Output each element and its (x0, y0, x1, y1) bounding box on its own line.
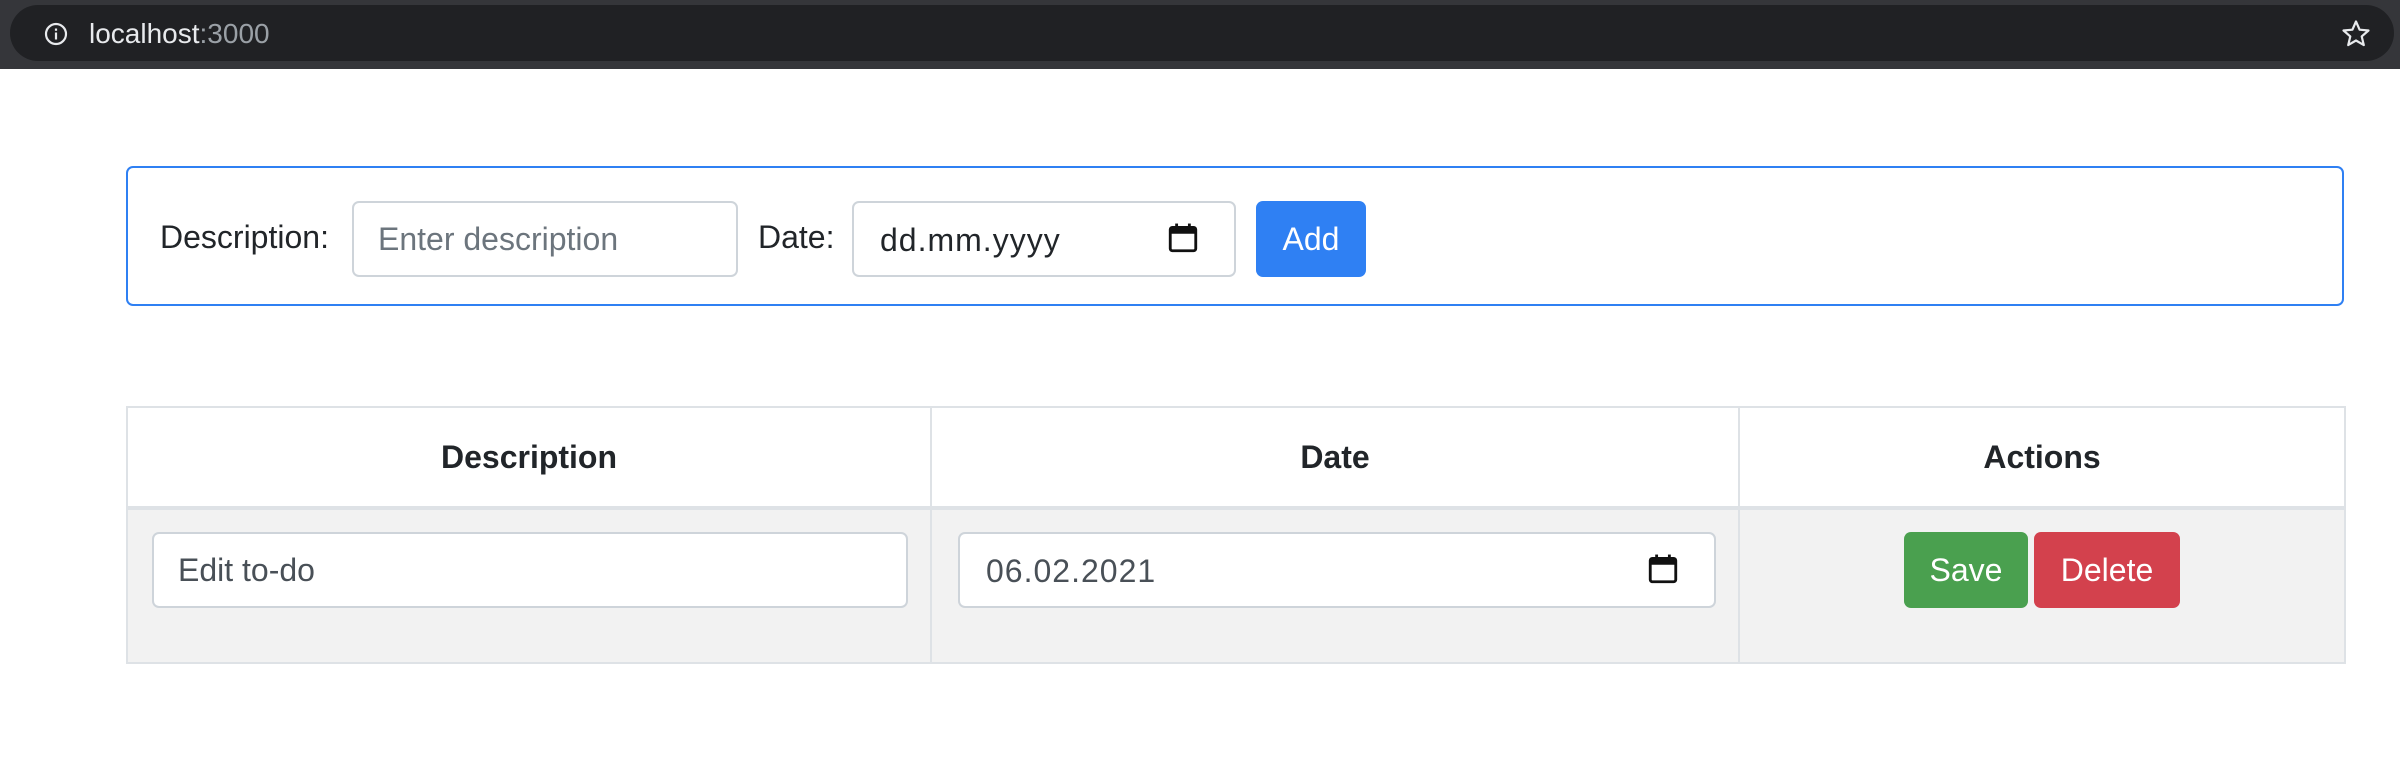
url-host: localhost (89, 18, 200, 49)
date-placeholder: dd.mm.yyyy (880, 222, 1061, 258)
column-header-description: Description (440, 439, 618, 475)
star-icon[interactable] (2340, 18, 2372, 50)
description-input[interactable] (352, 201, 738, 277)
add-todo-form: Description: Date: dd.mm.yyyy Add (126, 166, 2344, 306)
column-header-date: Date (1300, 439, 1370, 475)
address-bar[interactable]: localhost:3000 (10, 5, 2394, 61)
date-input[interactable]: dd.mm.yyyy (852, 201, 1236, 277)
calendar-icon[interactable] (1646, 551, 1680, 587)
description-label: Description: (160, 219, 329, 255)
save-button[interactable]: Save (1904, 532, 2028, 608)
row-date-value: 06.02.2021 (986, 553, 1157, 589)
url-port: :3000 (199, 18, 270, 49)
delete-button[interactable]: Delete (2034, 532, 2180, 608)
row-date-input[interactable]: 06.02.2021 (958, 532, 1716, 608)
address-url[interactable]: localhost:3000 (89, 18, 270, 50)
row-description-input[interactable] (152, 532, 908, 608)
browser-toolbar: localhost:3000 (0, 0, 2400, 69)
add-button[interactable]: Add (1256, 201, 1366, 277)
column-header-actions: Actions (1983, 439, 2101, 475)
info-icon[interactable] (44, 22, 68, 46)
todo-table: Description Date Actions 06.02.2021 Save… (126, 406, 2346, 664)
header-divider (128, 506, 2344, 510)
calendar-icon[interactable] (1166, 220, 1200, 256)
date-label: Date: (758, 219, 835, 255)
